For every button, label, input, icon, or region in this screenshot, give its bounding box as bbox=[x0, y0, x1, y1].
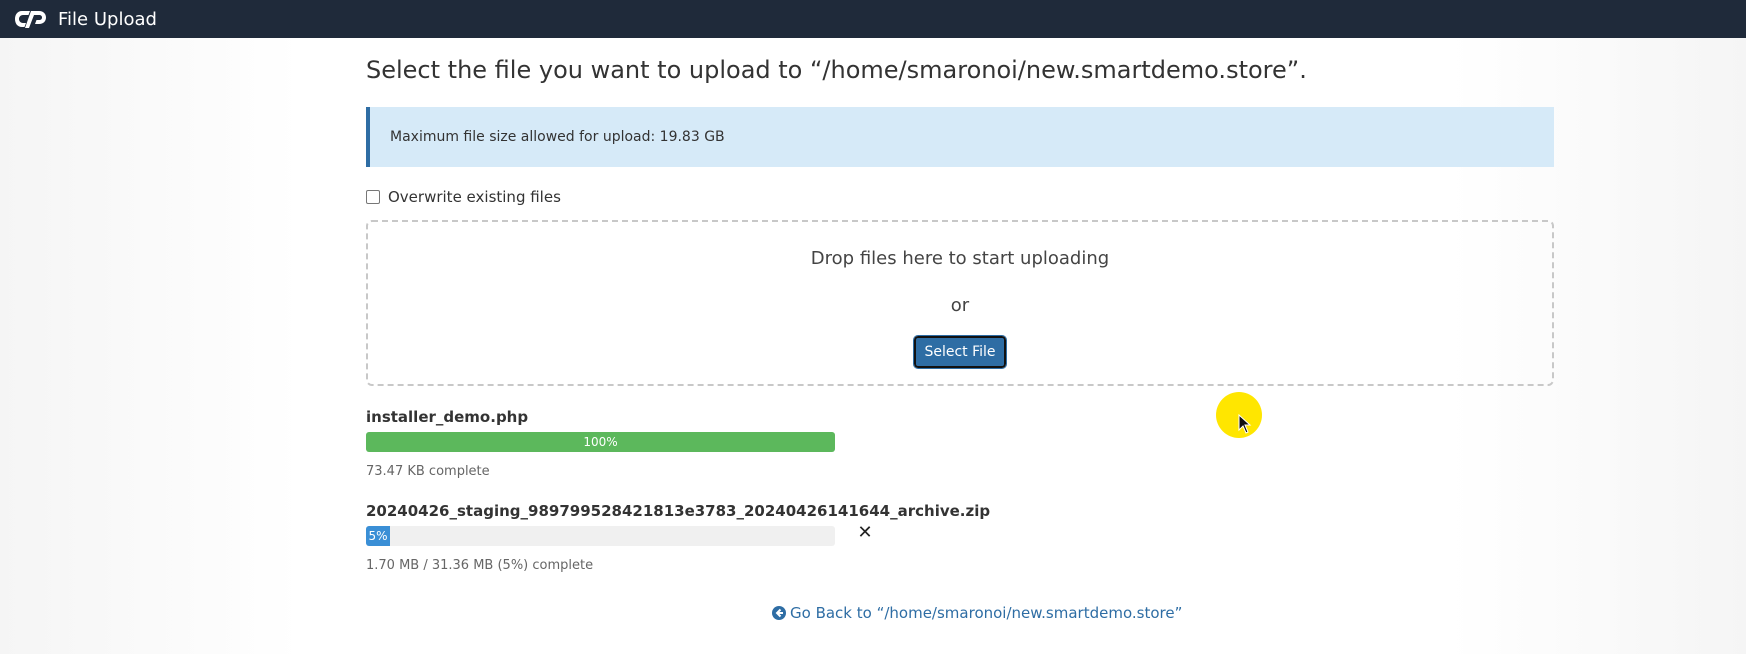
overwrite-checkbox[interactable] bbox=[366, 190, 380, 204]
overwrite-label[interactable]: Overwrite existing files bbox=[388, 188, 561, 206]
close-icon[interactable]: ✕ bbox=[857, 522, 873, 543]
go-back-label[interactable]: Go Back to “/home/smaronoi/new.smartdemo… bbox=[790, 604, 1182, 622]
or-separator: or bbox=[950, 295, 970, 316]
upload-percent-label: 100% bbox=[583, 435, 618, 449]
app-title: File Upload bbox=[58, 8, 157, 30]
overwrite-option[interactable]: Overwrite existing files bbox=[366, 188, 561, 206]
cpanel-logo-icon[interactable] bbox=[14, 7, 48, 31]
go-back-link[interactable]: Go Back to “/home/smaronoi/new.smartdemo… bbox=[772, 604, 1182, 622]
arrow-circle-left-icon bbox=[772, 606, 786, 620]
upload-progress-bar: 5% bbox=[366, 526, 835, 546]
drop-prompt: Drop files here to start uploading bbox=[810, 248, 1110, 269]
upload-percent-label: 5% bbox=[368, 529, 388, 543]
file-dropzone[interactable]: Drop files here to start uploading or Se… bbox=[366, 220, 1554, 386]
upload-progress-fill: 100% bbox=[366, 432, 835, 452]
page-heading: Select the file you want to upload to “/… bbox=[366, 56, 1307, 84]
top-bar: File Upload bbox=[0, 0, 1746, 38]
upload-progress-bar: 100% bbox=[366, 432, 835, 452]
upload-status: 1.70 MB / 31.36 MB (5%) complete bbox=[366, 558, 594, 573]
select-file-button[interactable]: Select File bbox=[913, 335, 1007, 369]
max-size-info: Maximum file size allowed for upload: 19… bbox=[390, 129, 725, 145]
upload-progress-fill: 5% bbox=[366, 526, 390, 546]
info-alert: Maximum file size allowed for upload: 19… bbox=[366, 107, 1554, 167]
upload-status: 73.47 KB complete bbox=[366, 464, 490, 479]
upload-file-name: 20240426_staging_989799528421813e3783_20… bbox=[366, 502, 991, 520]
mouse-cursor-icon bbox=[1238, 414, 1252, 434]
upload-file-name: installer_demo.php bbox=[366, 408, 529, 426]
